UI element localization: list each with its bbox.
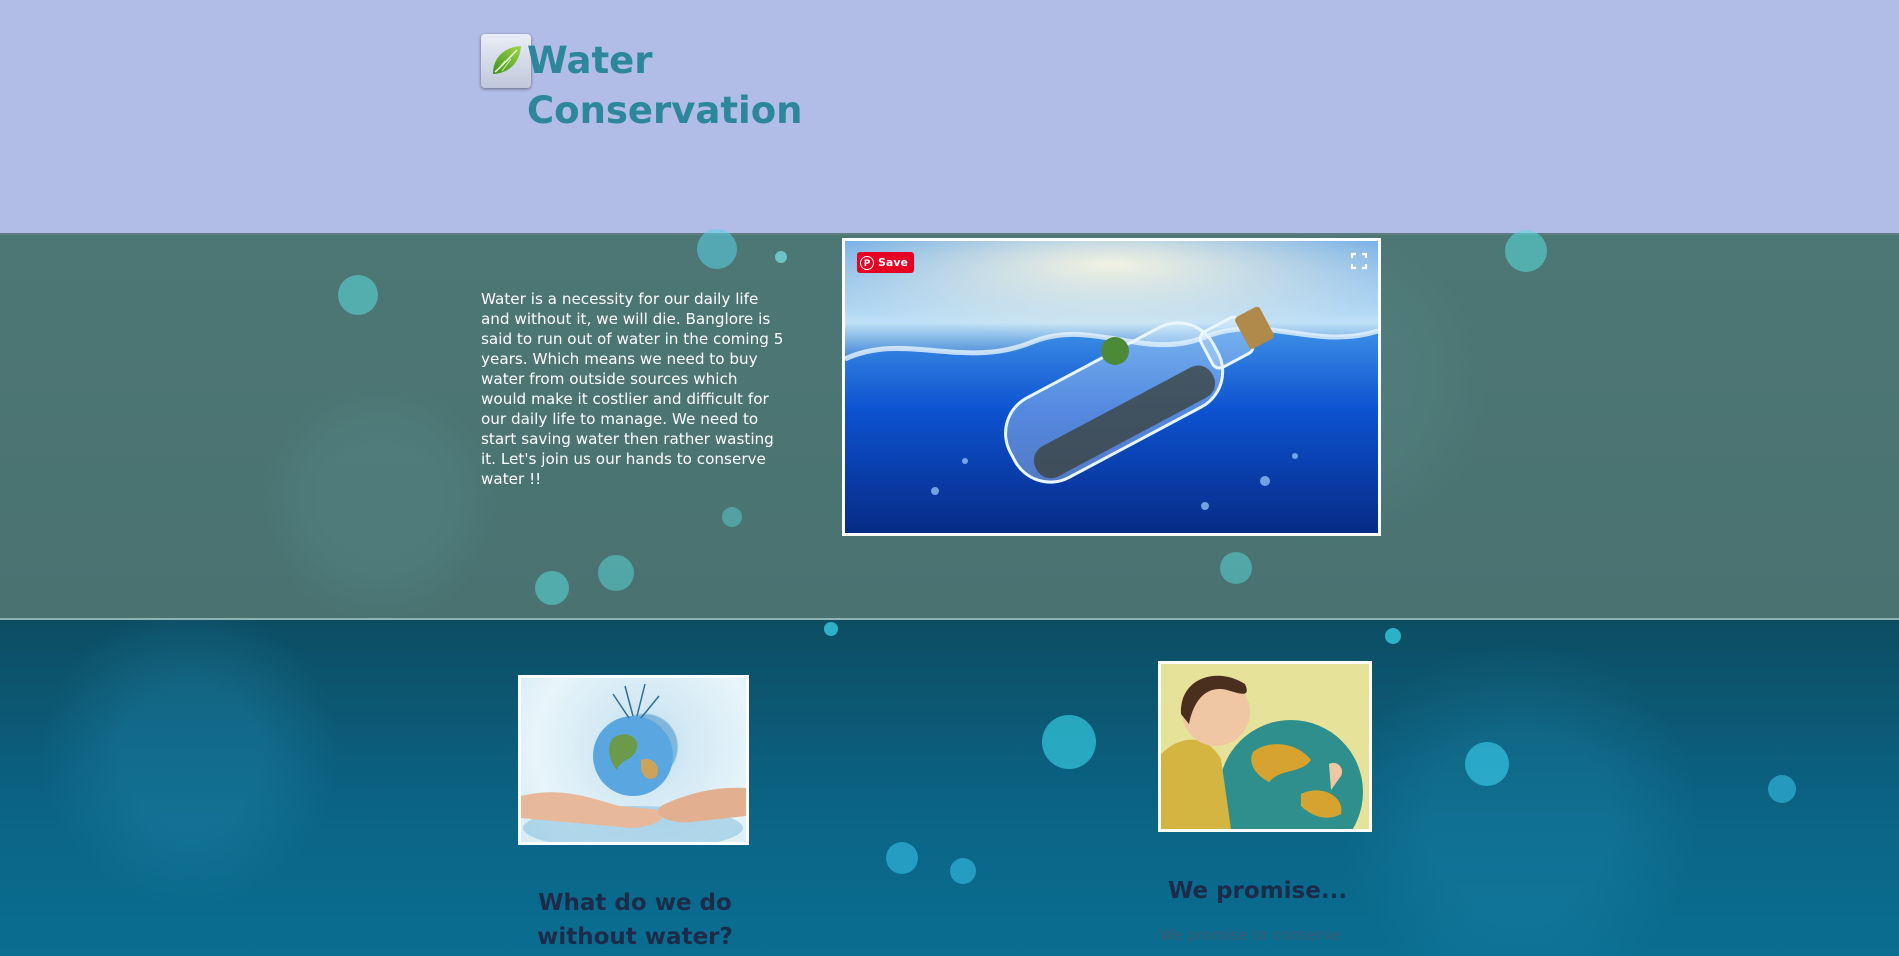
- expand-icon[interactable]: [1350, 252, 1368, 270]
- site-header: Water Conservation: [0, 0, 1899, 235]
- pinterest-icon: P: [860, 255, 874, 270]
- site-title-line1: Water: [527, 39, 653, 82]
- girl-hugging-globe-image[interactable]: [1158, 661, 1372, 832]
- card-title-we-promise: We promise...: [1167, 878, 1348, 904]
- bubble-decoration: [338, 275, 378, 315]
- card-text-promise: We promise to conserve: [1160, 926, 1342, 944]
- bubble-decoration: [1042, 715, 1096, 769]
- bubble-decoration: [1465, 742, 1509, 786]
- bubble-decoration: [775, 251, 787, 263]
- bubble-decoration: [722, 507, 742, 527]
- bubble-decoration: [535, 571, 569, 605]
- card-title-without-water: What do we do without water?: [537, 890, 733, 950]
- intro-section: Water is a necessity for our daily life …: [0, 229, 1899, 620]
- bubble-decoration: [1385, 628, 1401, 644]
- bubble-decoration: [1505, 230, 1547, 272]
- bubble-decoration: [1768, 775, 1796, 803]
- girl-globe-illustration: [1161, 664, 1369, 829]
- bubble-decoration: [824, 622, 838, 636]
- bubble-decoration: [697, 229, 737, 269]
- pinterest-save-button[interactable]: P Save: [857, 252, 914, 273]
- hero-image[interactable]: P Save: [842, 238, 1381, 536]
- bottle-in-ocean-illustration: [845, 241, 1378, 533]
- earth-in-hands-image[interactable]: [518, 675, 749, 845]
- bubble-decoration: [598, 555, 634, 591]
- pinterest-save-label: Save: [878, 256, 908, 269]
- logo[interactable]: [481, 34, 531, 88]
- earth-water-illustration: [521, 683, 746, 842]
- cards-section: What do we do without water? We promise.…: [0, 620, 1899, 956]
- site-title-line2: Conservation: [527, 89, 803, 132]
- intro-text: Water is a necessity for our daily life …: [481, 290, 784, 488]
- bubble-decoration: [1220, 552, 1252, 584]
- site-title[interactable]: Water Conservation: [527, 36, 827, 136]
- bubble-decoration: [886, 842, 918, 874]
- bubble-decoration: [950, 858, 976, 884]
- leaf-icon: [493, 46, 521, 74]
